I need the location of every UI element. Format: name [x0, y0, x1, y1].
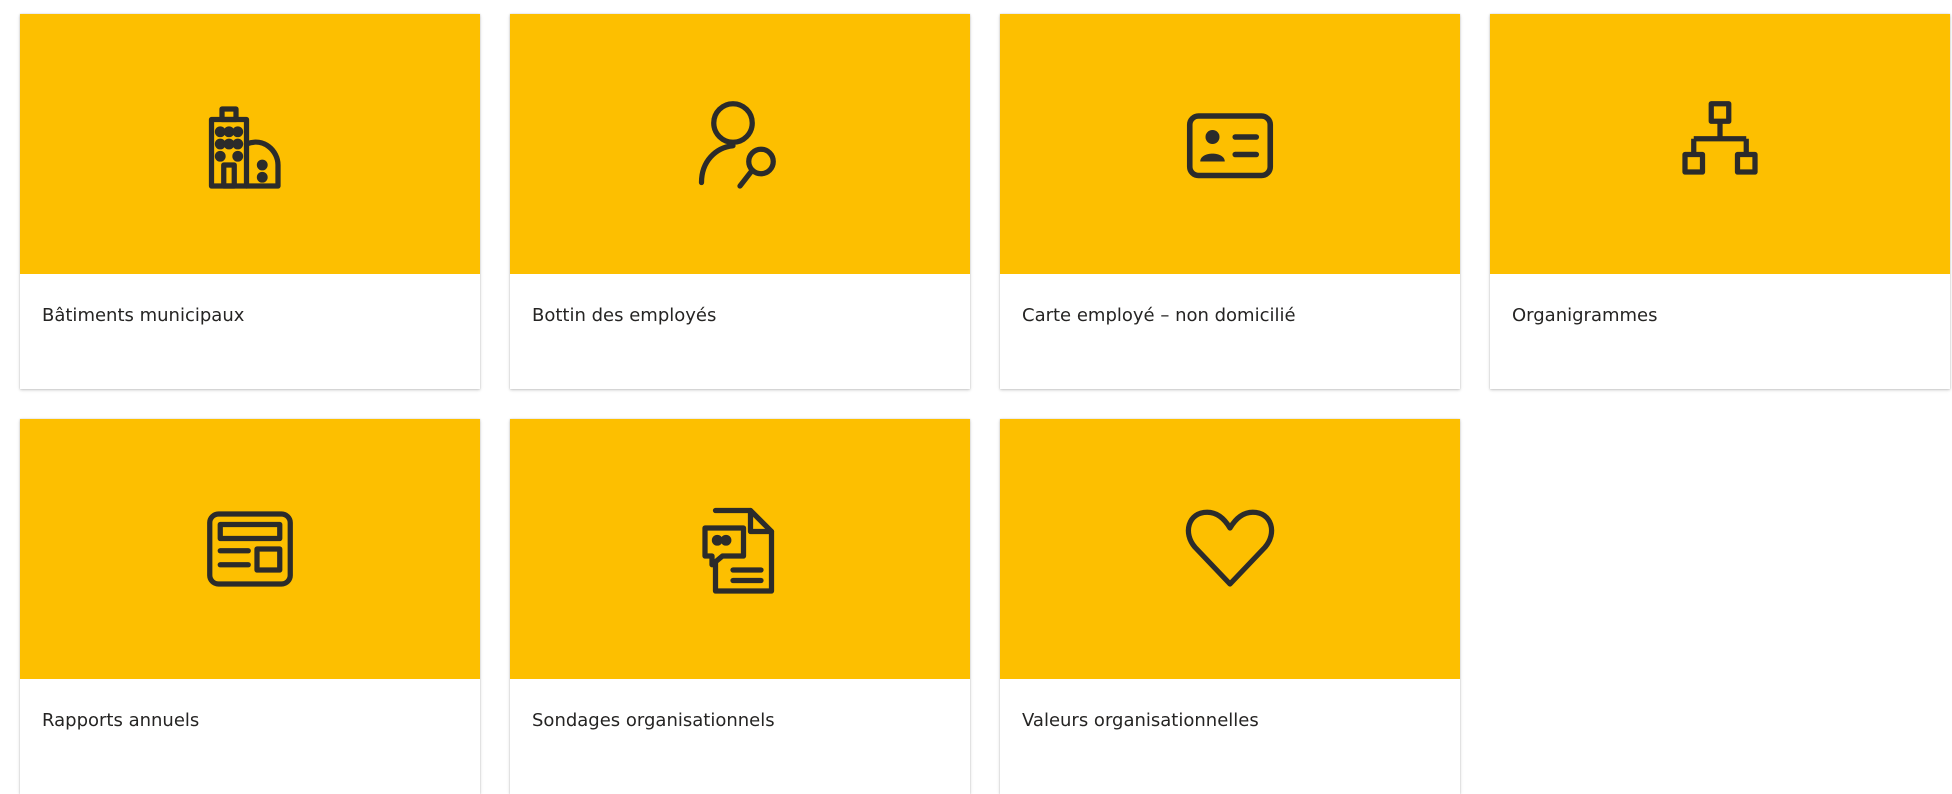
tile-banner — [1000, 419, 1460, 679]
org-chart-icon — [1664, 88, 1776, 200]
tile-organigrammes[interactable]: Organigrammes — [1490, 14, 1950, 389]
tile-label: Organigrammes — [1512, 305, 1658, 326]
tile-label: Bâtiments municipaux — [42, 305, 245, 326]
tile-label: Bottin des employés — [532, 305, 717, 326]
tile-label: Carte employé – non domicilié — [1022, 305, 1296, 326]
tile-bottin-des-employes[interactable]: Bottin des employés — [510, 14, 970, 389]
heart-icon — [1174, 493, 1286, 605]
tile-banner — [1000, 14, 1460, 274]
tile-label: Valeurs organisationnelles — [1022, 710, 1259, 731]
survey-document-icon — [684, 493, 796, 605]
id-card-icon — [1174, 88, 1286, 200]
tile-banner — [20, 419, 480, 679]
tile-label: Rapports annuels — [42, 710, 200, 731]
tile-banner — [1490, 14, 1950, 274]
buildings-icon — [194, 88, 306, 200]
quick-links-grid: Bâtiments municipaux Bottin des employés — [20, 14, 1950, 794]
tile-rapports-annuels[interactable]: Rapports annuels — [20, 419, 480, 794]
tile-batiments-municipaux[interactable]: Bâtiments municipaux — [20, 14, 480, 389]
tile-banner — [20, 14, 480, 274]
tile-valeurs-organisationnelles[interactable]: Valeurs organisationnelles — [1000, 419, 1460, 794]
tile-carte-employe[interactable]: Carte employé – non domicilié — [1000, 14, 1460, 389]
tile-banner — [510, 14, 970, 274]
news-report-icon — [194, 493, 306, 605]
tile-label: Sondages organisationnels — [532, 710, 775, 731]
tile-sondages-organisationnels[interactable]: Sondages organisationnels — [510, 419, 970, 794]
person-search-icon — [684, 88, 796, 200]
tile-banner — [510, 419, 970, 679]
